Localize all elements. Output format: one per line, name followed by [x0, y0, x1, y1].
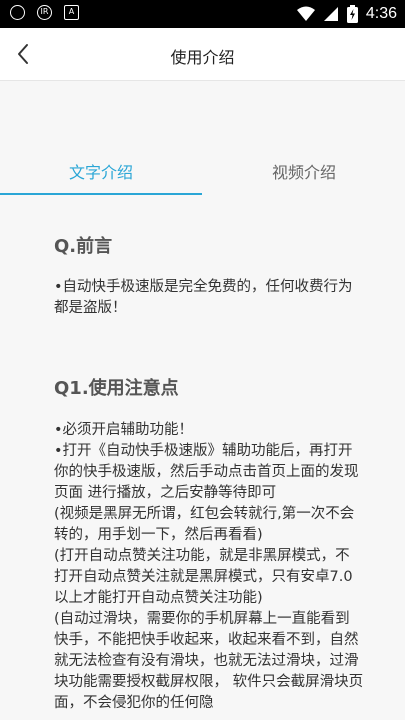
note-line: (视频是黑屏无所谓，红包会转就行,第一次不会转的，用手划一下，然后再看看): [54, 506, 355, 543]
tab-text-intro[interactable]: 文字介绍: [0, 159, 202, 183]
wifi-icon: [296, 6, 315, 21]
battery-icon: [346, 5, 358, 23]
note-line: (打开自动点赞关注功能，就是非黑屏模式，不打开自动点赞关注就是黑屏模式，只有安卓…: [54, 548, 353, 606]
navigation-bar: 使用介绍: [0, 28, 405, 81]
preface-text: •自动快手极速版是完全免费的，任何收费行为都是盗版！: [54, 279, 353, 316]
shield-icon: [10, 5, 25, 20]
tab-bar: 文字介绍 视频介绍: [0, 145, 405, 197]
notes-text: •必须开启辅助功能！ •打开《自动快手极速版》辅助功能后，再打开你的快手极速版，…: [54, 420, 364, 714]
note-line: •打开《自动快手极速版》辅助功能后，再打开你的快手极速版，然后手动点击首页上面的…: [54, 443, 359, 501]
section-heading-notes: Q1.使用注意点: [54, 378, 179, 399]
section-heading-preface: Q.前言: [54, 236, 113, 257]
tab-video-intro[interactable]: 视频介绍: [203, 159, 405, 183]
signal-icon: [323, 7, 338, 21]
status-time: 4:36: [365, 5, 397, 22]
page-title: 使用介绍: [170, 48, 235, 67]
note-line: (自动过滑块，需要你的手机屏幕上一直能看到快手，不能把快手收起来，收起来看不到，…: [54, 611, 364, 711]
status-bar: IR A 4:36: [0, 0, 405, 28]
active-tab-indicator: [0, 193, 202, 195]
a-icon: A: [64, 5, 79, 20]
note-line: •必须开启辅助功能！: [54, 422, 194, 438]
ir-icon: IR: [37, 5, 52, 20]
